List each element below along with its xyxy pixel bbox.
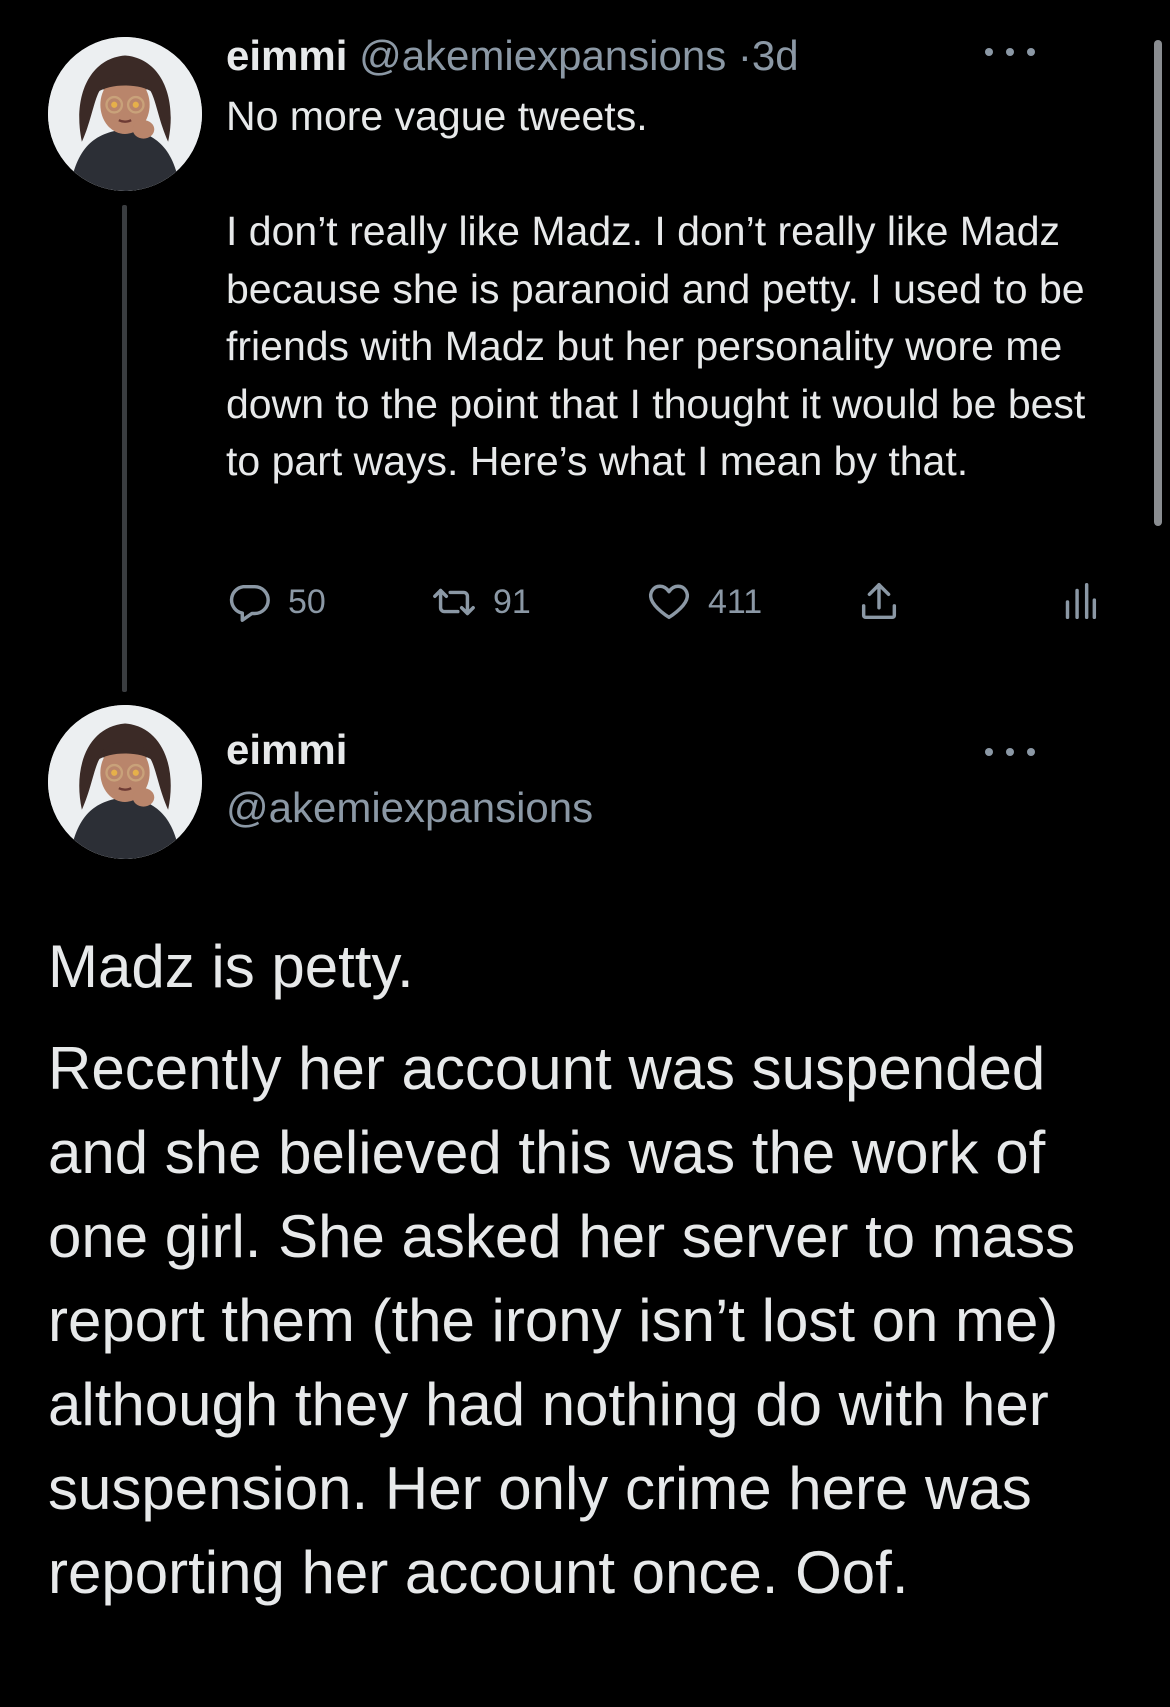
tweet-thread: eimmi @akemiexpansions ·3d No more vague… xyxy=(0,0,1170,1707)
tweet-timestamp[interactable]: 3d xyxy=(752,32,799,79)
reply-icon xyxy=(229,584,270,622)
analytics-button[interactable] xyxy=(1056,572,1118,632)
retweet-count: 91 xyxy=(493,582,531,621)
reply-button[interactable]: 50 xyxy=(226,572,326,632)
tweet-paragraph: Madz is petty. xyxy=(48,933,414,1000)
tweet-text: No more vague tweets. I don’t really lik… xyxy=(226,93,1086,484)
share-icon xyxy=(861,583,897,620)
retweet-icon xyxy=(433,588,475,616)
tweet-text: Madz is petty. Recently her account was … xyxy=(48,925,1148,1615)
user-handle[interactable]: @akemiexpansions xyxy=(359,32,726,79)
tweet-header: eimmi @akemiexpansions ·3d xyxy=(226,28,799,84)
more-options-icon[interactable] xyxy=(985,742,1035,762)
avatar-image xyxy=(48,37,202,191)
scrollbar[interactable] xyxy=(1154,40,1162,526)
display-name[interactable]: eimmi xyxy=(226,722,347,778)
thread-connector-line xyxy=(122,205,127,692)
heart-icon xyxy=(649,584,689,620)
display-name[interactable]: eimmi xyxy=(226,32,347,79)
more-options-icon[interactable] xyxy=(985,42,1035,62)
like-button[interactable]: 411 xyxy=(646,572,762,632)
separator-dot: · xyxy=(737,32,752,79)
retweet-button[interactable]: 91 xyxy=(431,572,531,632)
like-count: 411 xyxy=(708,582,763,621)
avatar[interactable] xyxy=(48,37,202,191)
tweet-action-bar: 50 91 411 xyxy=(226,572,1106,632)
user-handle[interactable]: @akemiexpansions xyxy=(226,780,593,836)
tweet-paragraph: Recently her account was suspended and s… xyxy=(48,1035,1076,1606)
analytics-icon xyxy=(1065,583,1097,620)
avatar-image xyxy=(48,705,202,859)
avatar[interactable] xyxy=(48,705,202,859)
share-button[interactable] xyxy=(856,572,918,632)
reply-count: 50 xyxy=(288,582,326,621)
